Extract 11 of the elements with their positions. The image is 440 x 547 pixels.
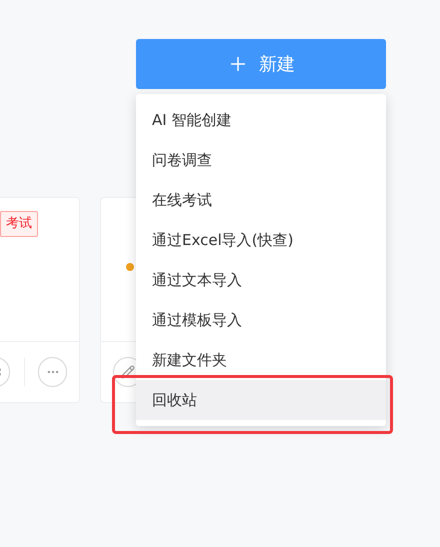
menu-item[interactable]: 回收站	[136, 380, 386, 420]
tag: 考试	[0, 211, 38, 236]
menu-item[interactable]: 在线考试	[136, 180, 386, 220]
pencil-icon	[121, 365, 135, 379]
more-button[interactable]	[38, 357, 67, 387]
menu-item[interactable]: 通过Excel导入(快查)	[136, 220, 386, 260]
menu-item[interactable]: 问卷调查	[136, 140, 386, 180]
menu-item[interactable]: 通过文本导入	[136, 260, 386, 300]
menu-item[interactable]: AI 智能创建	[136, 100, 386, 140]
menu-item[interactable]: 通过模板导入	[136, 300, 386, 340]
menu-item[interactable]: 新建文件夹	[136, 340, 386, 380]
